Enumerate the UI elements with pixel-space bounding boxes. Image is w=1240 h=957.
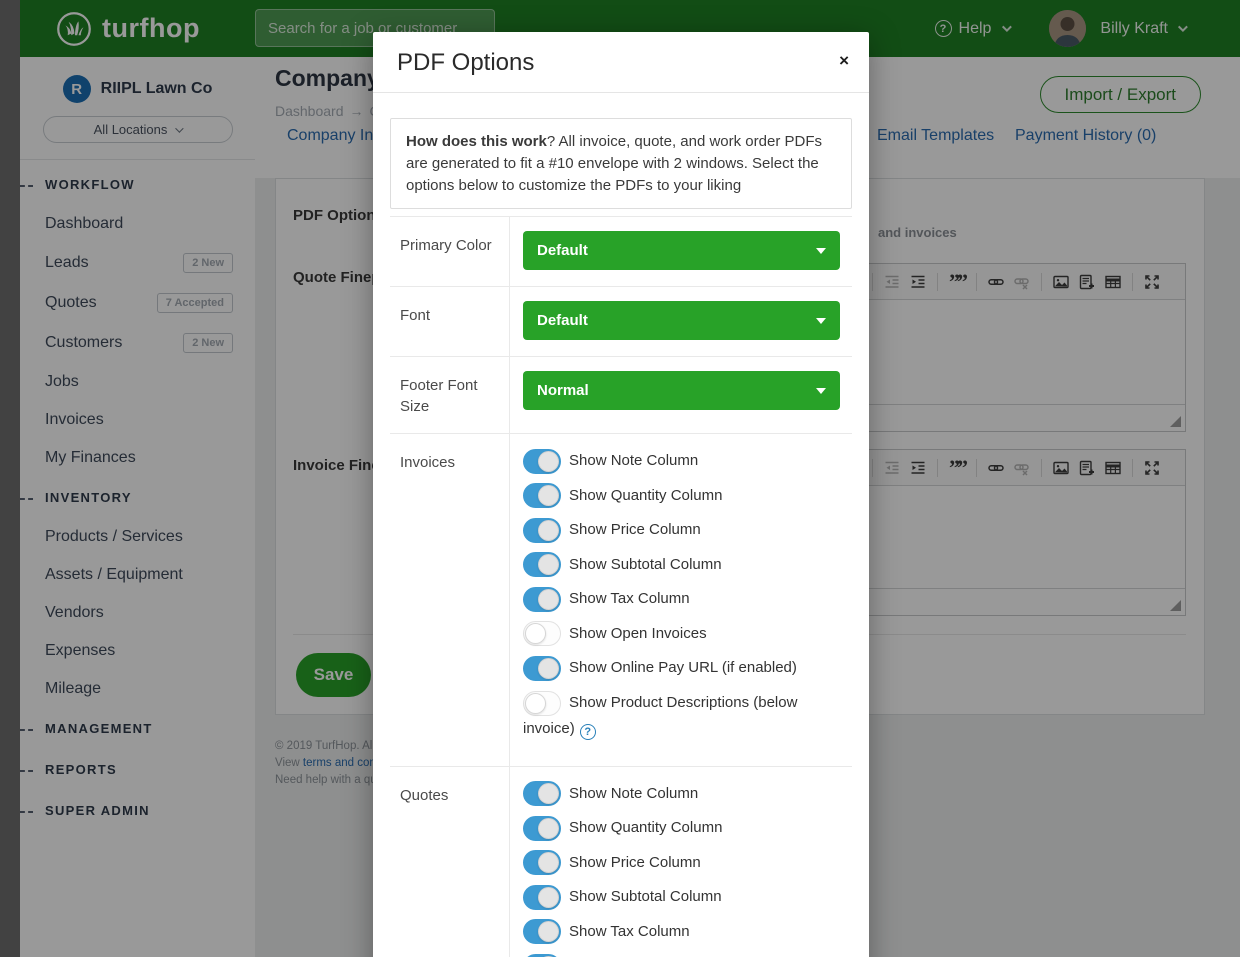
pdf-options-modal: PDF Options How does this work? All invo…	[373, 32, 869, 957]
caret-down-icon	[816, 318, 826, 324]
toggle-switch[interactable]	[523, 483, 561, 508]
toggle-switch[interactable]	[523, 816, 561, 841]
modal-title: PDF Options	[397, 49, 534, 76]
toggle-knob	[538, 554, 559, 575]
toggle-row: Show Price Column	[523, 850, 852, 876]
toggle-knob	[538, 658, 559, 679]
invoices-toggle-list: Show Note Column Show Quantity Column Sh…	[510, 434, 852, 765]
form-row-footer-font-size: Footer Font Size Normal	[390, 356, 852, 433]
toggle-knob	[538, 887, 559, 908]
toggle-switch[interactable]	[523, 919, 561, 944]
toggle-knob	[538, 783, 559, 804]
toggle-row: Show Tax Column	[523, 586, 852, 612]
footer-font-size-select[interactable]: Normal	[523, 371, 840, 410]
toggle-switch[interactable]	[523, 621, 561, 646]
form-row-primary-color: Primary Color Default	[390, 216, 852, 286]
app-window: turfhop Help Billy Kraft R RIIPL Lawn Co	[0, 0, 1240, 957]
toggle-row: Show Quantity Column	[523, 815, 852, 841]
toggle-switch[interactable]	[523, 552, 561, 577]
form-row-invoices: Invoices Show Note Column Show Quantity …	[390, 433, 852, 765]
pdf-options-form: Primary Color Default Font Default	[390, 216, 852, 957]
toggle-row: Show Open Invoices	[523, 621, 852, 647]
toggle-switch[interactable]	[523, 885, 561, 910]
toggle-row: Show Price Column	[523, 517, 852, 543]
toggle-row: Show Signature Line	[523, 953, 852, 957]
toggle-knob	[525, 693, 546, 714]
primary-color-select[interactable]: Default	[523, 231, 840, 270]
toggle-switch[interactable]	[523, 449, 561, 474]
toggle-switch[interactable]	[523, 850, 561, 875]
toggle-row: Show Online Pay URL (if enabled)	[523, 655, 852, 681]
toggle-switch[interactable]	[523, 781, 561, 806]
close-icon[interactable]	[839, 52, 849, 69]
modal-intro-note: How does this work? All invoice, quote, …	[390, 118, 852, 209]
toggle-knob	[525, 623, 546, 644]
toggle-row: Show Note Column	[523, 781, 852, 807]
toggle-knob	[538, 451, 559, 472]
toggle-knob	[538, 520, 559, 541]
toggle-knob	[538, 852, 559, 873]
toggle-knob	[538, 921, 559, 942]
toggle-row: Show Quantity Column	[523, 483, 852, 509]
toggle-switch[interactable]	[523, 691, 561, 716]
caret-down-icon	[816, 388, 826, 394]
toggle-switch[interactable]	[523, 587, 561, 612]
form-row-quotes: Quotes Show Note Column Show Quantity Co…	[390, 766, 852, 957]
toggle-row: Show Note Column	[523, 448, 852, 474]
help-icon[interactable]	[580, 724, 596, 740]
toggle-knob	[538, 589, 559, 610]
intro-bold: How does this work	[406, 133, 547, 150]
font-select[interactable]: Default	[523, 301, 840, 340]
toggle-switch[interactable]	[523, 518, 561, 543]
toggle-row: Show Subtotal Column	[523, 552, 852, 578]
caret-down-icon	[816, 248, 826, 254]
toggle-switch[interactable]	[523, 656, 561, 681]
toggle-row: Show Subtotal Column	[523, 884, 852, 910]
quotes-toggle-list: Show Note Column Show Quantity Column Sh…	[510, 767, 852, 957]
toggle-knob	[538, 485, 559, 506]
modal-header: PDF Options	[373, 32, 869, 93]
form-row-font: Font Default	[390, 286, 852, 356]
toggle-row: Show Product Descriptions (below invoice…	[523, 690, 852, 741]
toggle-row: Show Tax Column	[523, 919, 852, 945]
toggle-knob	[538, 818, 559, 839]
